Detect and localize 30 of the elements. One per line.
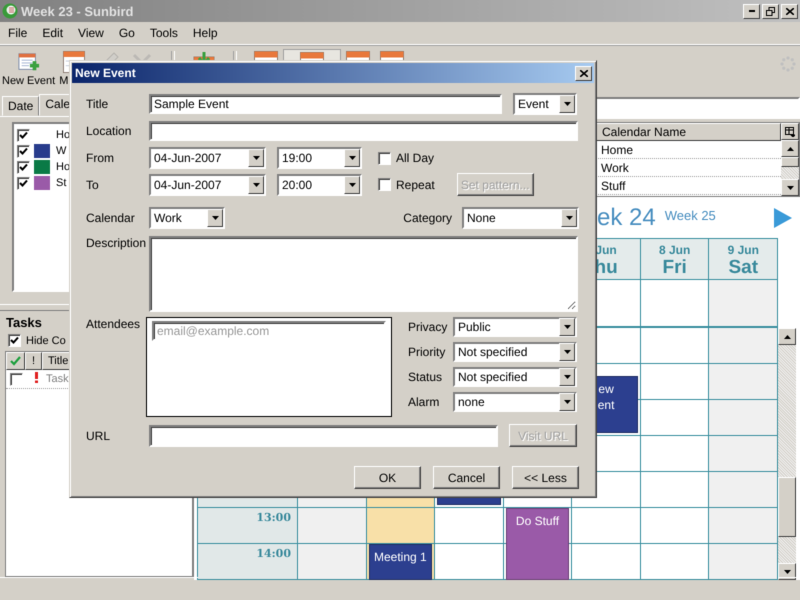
- field-label: Category: [403, 211, 452, 225]
- window-title: Week 23 - Sunbird: [21, 4, 134, 18]
- day-name: Sat: [728, 257, 758, 279]
- day-name: Fri: [662, 257, 687, 279]
- checkbox-label: Repeat: [396, 178, 435, 192]
- field-label: To: [86, 178, 100, 192]
- dialog-title: New Event: [75, 66, 137, 80]
- checkbox-label: All Day: [396, 151, 434, 165]
- field-label: Alarm: [408, 395, 440, 409]
- field-label: Calendar: [86, 211, 136, 225]
- field-label: Attendees: [86, 317, 142, 331]
- field-label: Location: [86, 124, 132, 138]
- task-title: Task: [46, 373, 69, 385]
- field-label: From: [86, 151, 115, 165]
- tasks-heading: Tasks: [5, 315, 42, 330]
- hour-label: 14:00: [256, 547, 291, 560]
- field-label: URL: [86, 428, 112, 442]
- field-label: Title: [86, 97, 110, 111]
- checkbox-label: Hide Co: [26, 334, 66, 346]
- calendar-name: St: [56, 177, 66, 189]
- field-label: Status: [408, 370, 444, 384]
- day-date: 8 Jun: [659, 243, 690, 257]
- day-date: Jun: [595, 243, 617, 257]
- field-label: Priority: [408, 345, 446, 359]
- day-date: 9 Jun: [728, 243, 759, 257]
- field-label: Description: [86, 236, 148, 250]
- calendar-name: W: [56, 145, 66, 157]
- current-week-label: ek 24: [597, 204, 656, 232]
- field-label: Privacy: [408, 320, 448, 334]
- hour-label: 13:00: [256, 511, 291, 524]
